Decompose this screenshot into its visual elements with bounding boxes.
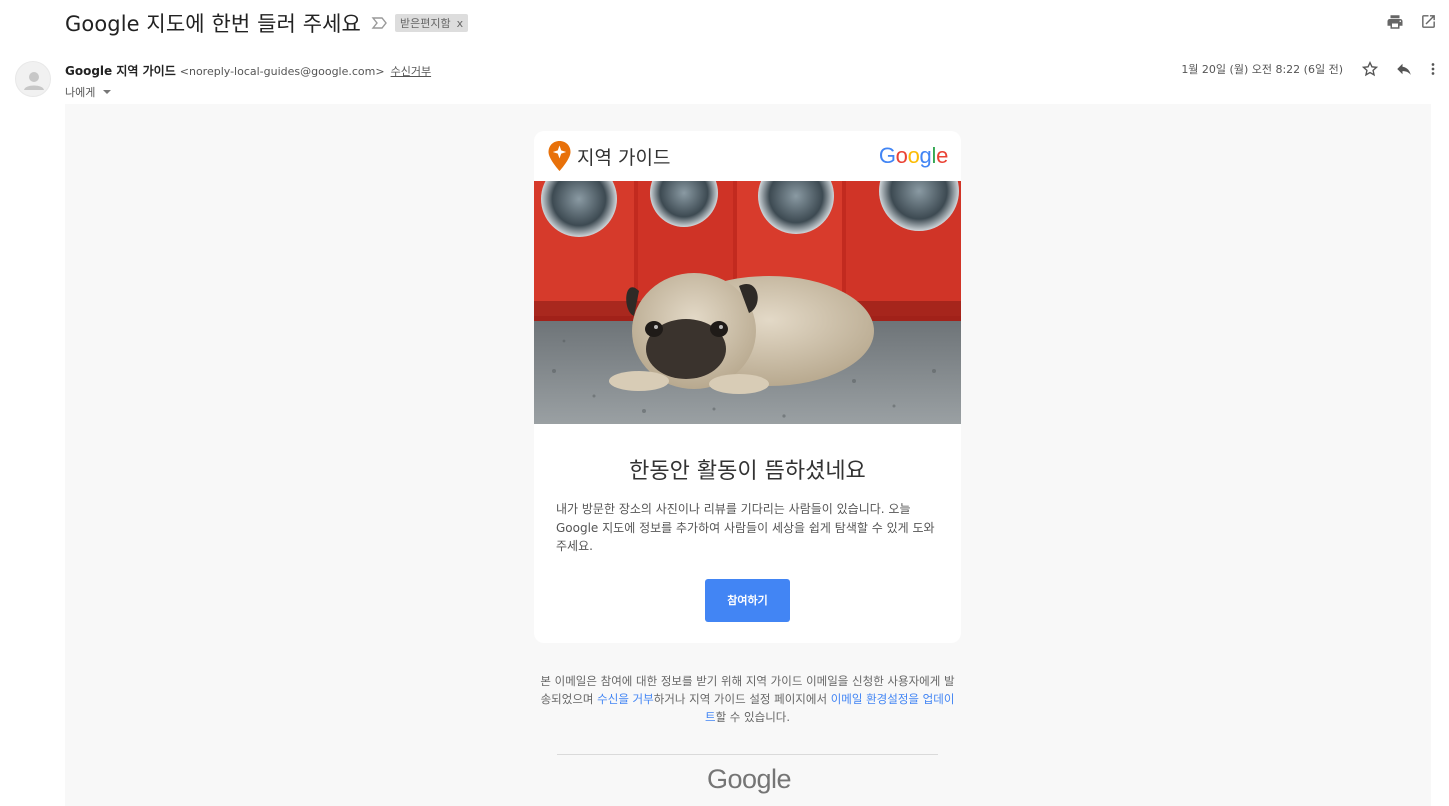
google-logo-letter: g [919, 143, 932, 168]
google-logo-letter: e [936, 143, 948, 168]
card-description: 내가 방문한 장소의 사진이나 리뷰를 기다리는 사람들이 있습니다. 오늘 G… [556, 502, 935, 553]
google-logo-letter: G [878, 143, 896, 168]
card-header: 지역 가이드 Google [534, 131, 961, 181]
top-actions [1386, 13, 1437, 31]
google-logo-letter: o [907, 143, 920, 168]
open-in-new-window-icon[interactable] [1420, 13, 1437, 30]
inbox-label-chip[interactable]: 받은편지함 x [394, 14, 469, 32]
chevron-down-icon[interactable] [103, 90, 112, 94]
recipient-details-toggle[interactable]: 나에게 [65, 84, 431, 100]
local-guides-brand: 지역 가이드 [547, 140, 670, 172]
pug-laundromat-illustration [534, 181, 961, 424]
email-subject: Google 지도에 한번 들러 주세요 [65, 12, 361, 36]
inbox-label-text: 받은편지함 [399, 17, 451, 30]
importance-marker-icon[interactable] [371, 16, 389, 30]
google-logo-letter: o [895, 143, 908, 168]
date-area: 1월 20일 (월) 오전 8:22 (6일 전) [1181, 60, 1437, 78]
sender-email: <noreply-local-guides@google.com> [179, 65, 385, 78]
join-button[interactable]: 참여하기 [705, 578, 790, 622]
newsletter-card: 지역 가이드 Google 한동안 활동이 뜸하셨네요 내가 방문한 장소의 사… [534, 131, 961, 643]
hero-image [534, 181, 961, 424]
recipient-label: 나에게 [65, 86, 96, 99]
sender-block: Google 지역 가이드 <noreply-local-guides@goog… [65, 62, 431, 100]
remove-label-button[interactable]: x [457, 17, 464, 30]
avatar[interactable] [15, 61, 51, 97]
more-vertical-icon[interactable] [1429, 60, 1437, 78]
footer-google-logo: Google [707, 764, 792, 794]
local-guides-pin-icon [548, 141, 571, 171]
footer-notice: 본 이메일은 참여에 대한 정보를 받기 위해 지역 가이드 이메일을 신청한 … [540, 672, 955, 726]
star-icon[interactable] [1361, 60, 1379, 78]
brand-name: 지역 가이드 [577, 146, 671, 169]
footer-divider [557, 754, 938, 755]
reply-icon[interactable] [1395, 60, 1413, 78]
default-avatar-icon [24, 72, 44, 90]
email-date: 1월 20일 (월) 오전 8:22 (6일 전) [1181, 63, 1343, 76]
footer-text-part: 할 수 있습니다. [715, 710, 791, 724]
google-logo: Google [879, 143, 948, 169]
card-title: 한동안 활동이 뜸하셨네요 [629, 459, 866, 484]
unsubscribe-link[interactable]: 수신거부 [391, 63, 431, 79]
sender-name[interactable]: Google 지역 가이드 [65, 62, 176, 79]
print-icon[interactable] [1386, 13, 1404, 31]
footer-text-part: 하거나 지역 가이드 설정 페이지에서 [653, 692, 831, 706]
unsubscribe-footer-link[interactable]: 수신을 거부 [597, 692, 654, 706]
subject-row: Google 지도에 한번 들러 주세요 받은편지함 x [65, 8, 469, 38]
